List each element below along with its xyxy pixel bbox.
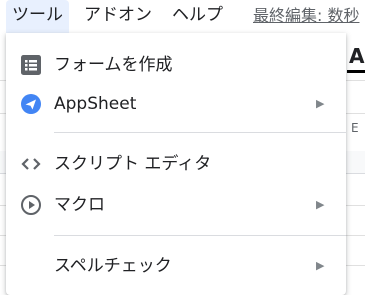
menu-item-script-editor[interactable]: スクリプト エディタ (6, 144, 346, 184)
menu-divider (54, 132, 346, 133)
appsheet-icon (20, 93, 42, 115)
menu-item-label: スペルチェック (54, 256, 172, 276)
menu-item-label: スクリプト エディタ (54, 154, 212, 174)
menu-item-appsheet[interactable]: AppSheet ▶ (6, 84, 346, 124)
menu-help[interactable]: ヘルプ (172, 0, 223, 33)
code-icon (20, 153, 42, 175)
menu-item-macros[interactable]: マクロ ▶ (6, 185, 346, 225)
menu-item-label: AppSheet (54, 94, 137, 114)
menu-item-create-form[interactable]: フォームを作成 (6, 45, 346, 85)
macro-play-icon (20, 194, 42, 216)
column-header-e[interactable]: E (351, 121, 359, 135)
menu-divider (54, 235, 346, 236)
text-color-swatch (347, 70, 365, 73)
submenu-arrow-icon: ▶ (316, 198, 325, 211)
text-color-button[interactable]: A (349, 44, 364, 68)
menubar: ツール アドオン ヘルプ 最終編集: 数秒 (0, 0, 365, 33)
submenu-arrow-icon: ▶ (316, 97, 325, 110)
tools-dropdown-menu: フォームを作成 AppSheet ▶ スクリプト エディタ マクロ ▶ スペルチ… (6, 33, 346, 295)
last-edit-link[interactable]: 最終編集: 数秒 (253, 0, 359, 33)
menu-item-label: フォームを作成 (54, 55, 173, 75)
menu-item-label: マクロ (54, 195, 105, 215)
menu-item-spellcheck[interactable]: スペルチェック ▶ (6, 246, 346, 286)
form-icon (20, 54, 42, 76)
menu-addons[interactable]: アドオン (84, 0, 152, 33)
menu-tools[interactable]: ツール (6, 0, 69, 33)
submenu-arrow-icon: ▶ (316, 259, 325, 272)
